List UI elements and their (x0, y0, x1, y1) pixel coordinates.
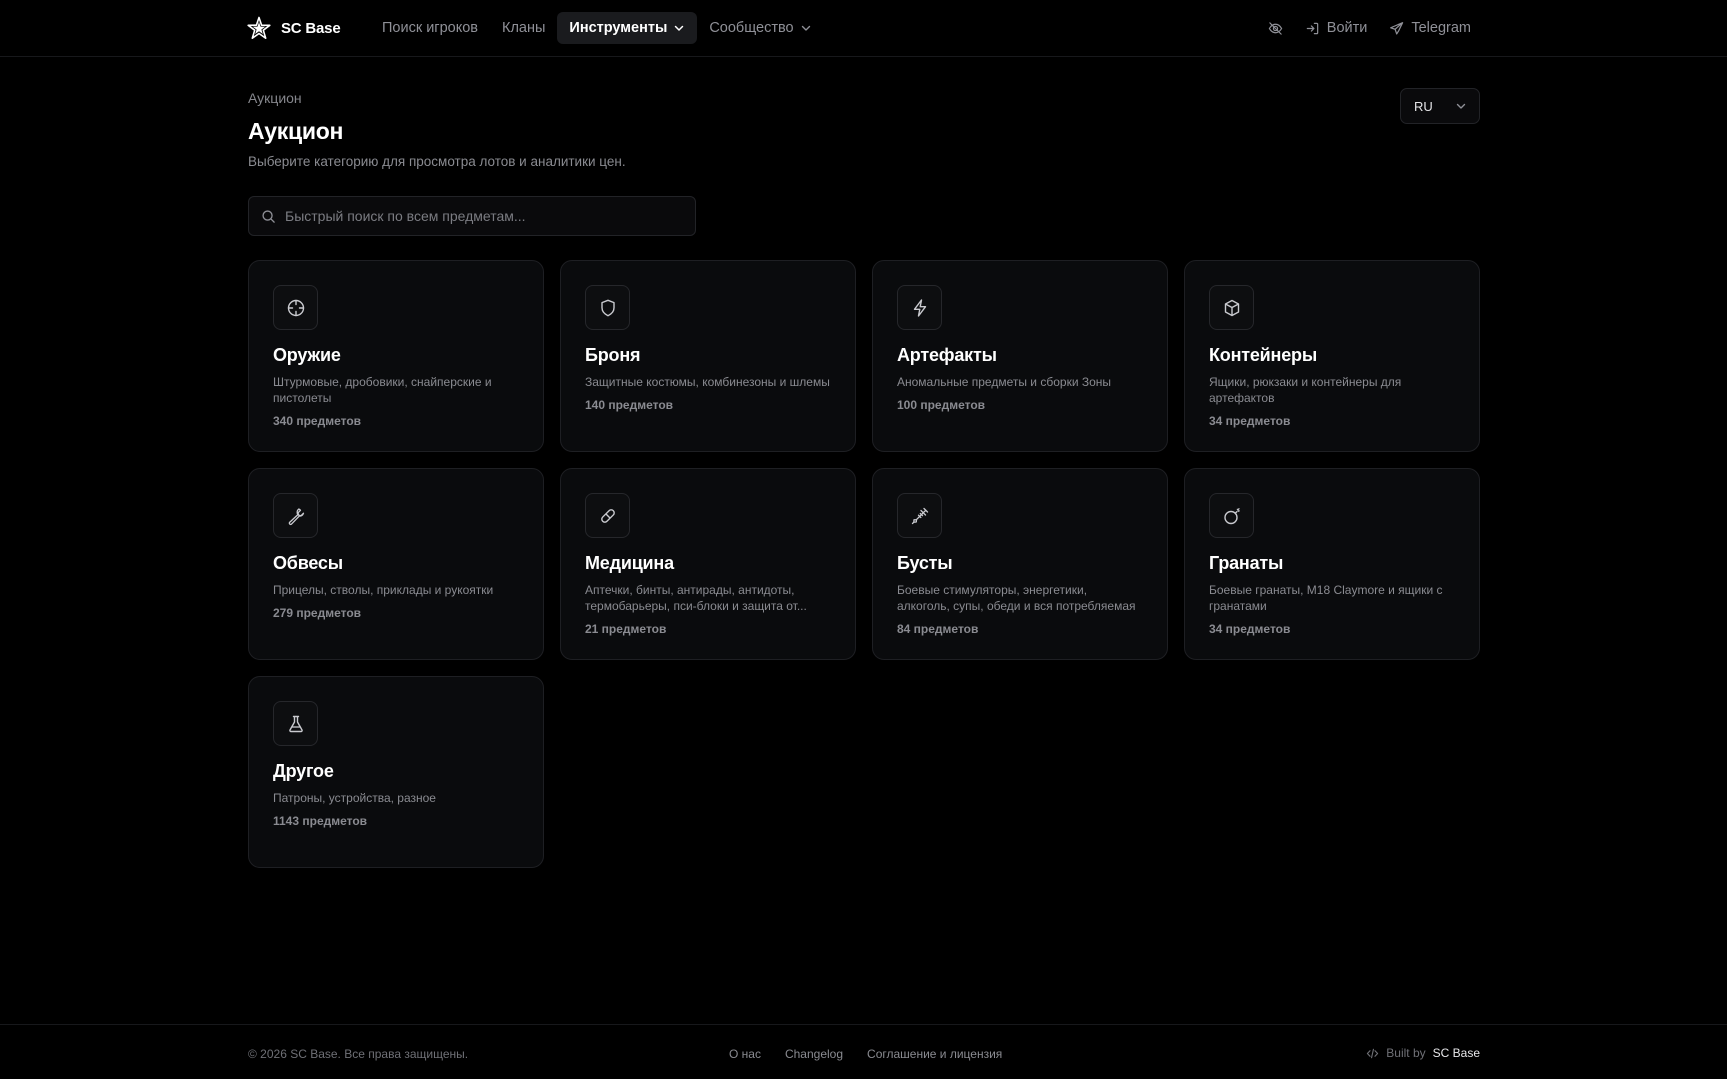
shield-icon (600, 299, 615, 316)
category-description: Аномальные предметы и сборки Зоны (897, 375, 1112, 389)
category-icon-box (585, 285, 630, 330)
category-title: Артефакты (897, 345, 997, 365)
category-description: Защитные костюмы, комбинезоны и шлемы (585, 375, 830, 389)
category-description: Патроны, устройства, разное (273, 791, 436, 805)
chevron-down-icon (801, 25, 810, 31)
telegram-label: Telegram (1411, 20, 1471, 36)
top-navbar: SC Base Поиск игроков Кланы Инструменты … (0, 0, 1727, 57)
category-card-attachments[interactable]: Обвесы Прицелы, стволы, приклады и рукоя… (248, 468, 544, 660)
search-input[interactable] (285, 208, 683, 224)
nav-link-player-search[interactable]: Поиск игроков (370, 12, 490, 44)
lightning-icon (913, 298, 926, 317)
login-icon (1306, 22, 1319, 34)
nav-link-clans[interactable]: Кланы (490, 12, 557, 44)
built-by: Built by SC Base (1366, 1046, 1480, 1060)
built-by-link[interactable]: SC Base (1433, 1046, 1480, 1060)
page: SC Base Поиск игроков Кланы Инструменты … (0, 0, 1727, 1079)
page-title: Аукцион (248, 118, 344, 144)
visibility-toggle-button[interactable] (1268, 12, 1283, 44)
telegram-link[interactable]: Telegram (1389, 12, 1471, 44)
bomb-icon (1223, 507, 1240, 524)
language-value: RU (1414, 98, 1433, 114)
send-icon (1390, 21, 1404, 35)
category-title: Бусты (897, 553, 953, 573)
category-count: 140 предметов (585, 398, 674, 412)
footer-links: О нас Changelog Соглашение и лицензия (729, 1047, 1002, 1061)
category-card-boosts[interactable]: Бусты Боевые стимуляторы, энергетики, ал… (872, 468, 1168, 660)
nav-link-label: Сообщество (709, 20, 794, 36)
category-card-medicine[interactable]: Медицина Аптечки, бинты, антирады, антид… (560, 468, 856, 660)
crosshair-icon (287, 299, 304, 316)
wrench-icon (288, 507, 304, 525)
footer-link-changelog[interactable]: Changelog (785, 1047, 843, 1061)
chevron-down-icon (675, 25, 684, 31)
category-title: Другое (273, 761, 334, 781)
category-icon-box (1209, 285, 1254, 330)
search-box (248, 196, 696, 236)
category-count: 279 предметов (273, 606, 362, 620)
category-card-weapons[interactable]: Оружие Штурмовые, дробовики, снайперские… (248, 260, 544, 452)
nav-link-community[interactable]: Сообщество (697, 12, 823, 44)
star-logo-icon (247, 16, 271, 39)
eye-off-icon (1268, 21, 1283, 35)
category-grid: Оружие Штурмовые, дробовики, снайперские… (248, 260, 1480, 868)
search-icon (262, 209, 275, 223)
brand-name: SC Base (281, 19, 341, 37)
category-title: Контейнеры (1209, 345, 1317, 365)
nav-link-label: Поиск игроков (382, 20, 478, 36)
pill-icon (600, 508, 615, 523)
chevron-down-icon (1456, 103, 1466, 109)
category-icon-box (1209, 493, 1254, 538)
login-button[interactable]: Войти (1305, 12, 1368, 44)
category-card-artifacts[interactable]: Артефакты Аномальные предметы и сборки З… (872, 260, 1168, 452)
brand-logo[interactable]: SC Base (247, 16, 341, 40)
category-card-grenades[interactable]: Гранаты Боевые гранаты, M18 Claymore и я… (1184, 468, 1480, 660)
category-description: Боевые стимуляторы, энергетики, алкоголь… (897, 583, 1136, 613)
category-title: Медицина (585, 553, 674, 573)
nav-links: Поиск игроков Кланы Инструменты Сообщест… (370, 12, 824, 44)
category-icon-box (897, 493, 942, 538)
footer-link-license[interactable]: Соглашение и лицензия (867, 1047, 1002, 1061)
flask-icon (288, 715, 303, 732)
category-icon-box (585, 493, 630, 538)
footer: © 2026 SC Base. Все права защищены. О на… (0, 1024, 1727, 1079)
category-count: 340 предметов (273, 414, 362, 428)
category-card-other[interactable]: Другое Патроны, устройства, разное 1143 … (248, 676, 544, 868)
code-icon (1367, 1048, 1379, 1058)
category-icon-box (273, 285, 318, 330)
breadcrumb[interactable]: Аукцион (248, 90, 302, 106)
category-icon-box (897, 285, 942, 330)
nav-link-label: Кланы (502, 20, 546, 36)
category-title: Броня (585, 345, 641, 365)
category-card-containers[interactable]: Контейнеры Ящики, рюкзаки и контейнеры д… (1184, 260, 1480, 452)
category-count: 21 предметов (585, 622, 667, 636)
language-select[interactable]: RU (1400, 88, 1480, 124)
page-subtitle: Выберите категорию для просмотра лотов и… (248, 154, 626, 169)
category-count: 34 предметов (1209, 622, 1291, 636)
category-description: Штурмовые, дробовики, снайперские и пист… (273, 375, 492, 405)
syringe-icon (911, 507, 928, 524)
category-count: 1143 предметов (273, 814, 368, 828)
category-description: Боевые гранаты, M18 Claymore и ящики с г… (1209, 583, 1443, 613)
nav-actions: Войти Telegram (1268, 12, 1471, 44)
category-icon-box (273, 701, 318, 746)
category-count: 100 предметов (897, 398, 986, 412)
category-icon-box (273, 493, 318, 538)
category-title: Обвесы (273, 553, 343, 573)
copyright: © 2026 SC Base. Все права защищены. (248, 1047, 469, 1061)
category-count: 84 предметов (897, 622, 979, 636)
category-card-armor[interactable]: Броня Защитные костюмы, комбинезоны и шл… (560, 260, 856, 452)
category-description: Аптечки, бинты, антирады, антидоты, терм… (585, 583, 807, 613)
nav-link-tools[interactable]: Инструменты (557, 12, 698, 44)
category-description: Ящики, рюкзаки и контейнеры для артефакт… (1209, 375, 1402, 405)
category-title: Оружие (273, 345, 341, 365)
box-icon (1224, 299, 1239, 316)
category-description: Прицелы, стволы, приклады и рукоятки (273, 583, 494, 597)
footer-link-about[interactable]: О нас (729, 1047, 761, 1061)
nav-link-label: Инструменты (569, 20, 668, 36)
category-title: Гранаты (1209, 553, 1284, 573)
category-count: 34 предметов (1209, 414, 1291, 428)
built-by-label: Built by (1386, 1046, 1426, 1060)
login-label: Войти (1326, 20, 1368, 36)
